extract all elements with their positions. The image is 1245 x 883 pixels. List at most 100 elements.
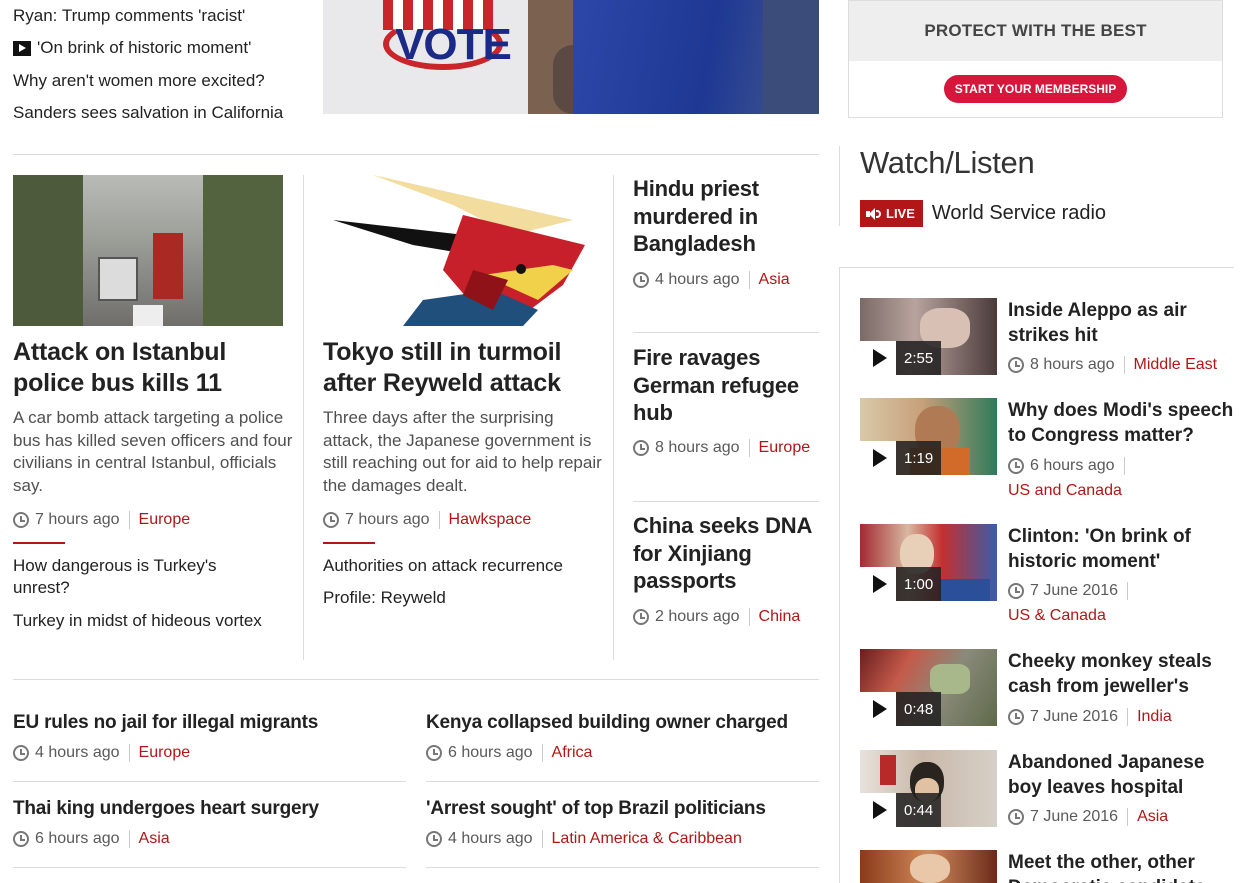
story1-image[interactable] xyxy=(13,175,283,326)
video-1-thumbnail[interactable]: 2:55 xyxy=(860,298,997,375)
bottom-story-2-meta: 6 hours ago Africa xyxy=(426,743,592,763)
clock-icon xyxy=(13,745,29,761)
start-membership-button[interactable]: START YOUR MEMBERSHIP xyxy=(943,75,1128,103)
story1-title[interactable]: Attack on Istanbul police bus kills 11 xyxy=(13,337,293,399)
play-icon[interactable] xyxy=(860,793,896,827)
bottom-story-3-section[interactable]: Asia xyxy=(139,830,170,848)
top-link-2[interactable]: 'On brink of historic moment' xyxy=(13,37,251,59)
clock-icon xyxy=(1008,458,1024,474)
related-divider xyxy=(13,542,65,544)
video-4-duration: 0:48 xyxy=(896,692,942,726)
video-4-title[interactable]: Cheeky monkey steals cash from jeweller'… xyxy=(1008,649,1240,699)
story2-related-1[interactable]: Authorities on attack recurrence xyxy=(323,555,563,577)
story4-section-link[interactable]: Europe xyxy=(759,439,811,457)
story3-title[interactable]: Hindu priest murdered in Bangladesh xyxy=(633,175,813,258)
divider xyxy=(633,332,819,333)
video-5-time: 7 June 2016 xyxy=(1030,808,1119,825)
video-2-time: 6 hours ago xyxy=(1030,457,1115,474)
story4-time: 8 hours ago xyxy=(655,439,740,456)
live-badge[interactable]: LIVE xyxy=(860,200,923,227)
clock-icon xyxy=(323,512,339,528)
top-link-3[interactable]: Why aren't women more excited? xyxy=(13,70,265,92)
story1-related-1[interactable]: How dangerous is Turkey's unrest? xyxy=(13,555,273,599)
video-5-duration: 0:44 xyxy=(896,793,942,827)
video-2-section[interactable]: US and Canada xyxy=(1008,482,1122,500)
video-3-time: 7 June 2016 xyxy=(1030,582,1119,599)
video-1-meta: 8 hours ago Middle East xyxy=(1008,355,1217,375)
top-link-4[interactable]: Sanders sees salvation in California xyxy=(13,102,283,124)
video-5-meta: 7 June 2016 Asia xyxy=(1008,807,1168,827)
video-3-meta: 7 June 2016 xyxy=(1008,581,1137,601)
bottom-story-2-time: 6 hours ago xyxy=(448,744,533,761)
top-link-2-label[interactable]: 'On brink of historic moment' xyxy=(37,37,251,59)
video-5-title[interactable]: Abandoned Japanese boy leaves hospital xyxy=(1008,750,1240,800)
story2-time: 7 hours ago xyxy=(345,511,430,528)
video-2-duration: 1:19 xyxy=(896,441,942,475)
video-3-thumbnail[interactable]: 1:00 xyxy=(860,524,997,601)
video-6-title[interactable]: Meet the other, other Democratic candida… xyxy=(1008,850,1240,883)
play-icon[interactable] xyxy=(860,567,896,601)
bottom-story-1-time: 4 hours ago xyxy=(35,744,120,761)
ad-headline: PROTECT WITH THE BEST xyxy=(924,21,1147,40)
bottom-story-1-title[interactable]: EU rules no jail for illegal migrants xyxy=(13,711,318,735)
story1-section-link[interactable]: Europe xyxy=(139,511,191,529)
divider xyxy=(839,267,840,883)
story5-section-link[interactable]: China xyxy=(759,608,801,626)
story2-title[interactable]: Tokyo still in turmoil after Reyweld att… xyxy=(323,337,608,399)
divider xyxy=(839,267,1234,268)
story4-title[interactable]: Fire ravages German refugee hub xyxy=(633,344,813,427)
video-4-thumbnail[interactable]: 0:48 xyxy=(860,649,997,726)
bottom-story-4-section[interactable]: Latin America & Caribbean xyxy=(552,830,742,848)
clock-icon xyxy=(1008,357,1024,373)
clock-icon xyxy=(633,609,649,625)
clock-icon xyxy=(633,272,649,288)
bottom-story-4-time: 4 hours ago xyxy=(448,830,533,847)
video-3-title[interactable]: Clinton: 'On brink of historic moment' xyxy=(1008,524,1240,574)
play-icon[interactable] xyxy=(860,692,896,726)
story5-time: 2 hours ago xyxy=(655,608,740,625)
bottom-story-1-meta: 4 hours ago Europe xyxy=(13,743,190,763)
bottom-story-3-meta: 6 hours ago Asia xyxy=(13,829,170,849)
video-4-time: 7 June 2016 xyxy=(1030,708,1119,725)
story2-image[interactable] xyxy=(323,175,593,326)
clock-icon xyxy=(13,512,29,528)
clock-icon xyxy=(13,831,29,847)
divider xyxy=(426,781,819,782)
video-2-thumbnail[interactable]: 1:19 xyxy=(860,398,997,475)
bottom-story-2-title[interactable]: Kenya collapsed building owner charged xyxy=(426,711,788,735)
story2-section-link[interactable]: Hawkspace xyxy=(449,511,532,529)
related-divider xyxy=(323,542,375,544)
video-3-section[interactable]: US & Canada xyxy=(1008,607,1106,625)
video-1-title[interactable]: Inside Aleppo as air strikes hit xyxy=(1008,298,1240,348)
video-1-section[interactable]: Middle East xyxy=(1134,356,1218,374)
play-icon[interactable] xyxy=(860,441,896,475)
video-play-icon xyxy=(13,40,31,56)
live-station[interactable]: World Service radio xyxy=(932,202,1106,225)
story2-related-2[interactable]: Profile: Reyweld xyxy=(323,587,446,609)
hero-image[interactable]: VOTE xyxy=(323,0,819,114)
live-radio-link[interactable]: LIVE World Service radio xyxy=(860,200,1106,227)
story5-title[interactable]: China seeks DNA for Xinjiang passports xyxy=(633,512,819,595)
video-1-time: 8 hours ago xyxy=(1030,356,1115,373)
video-5-section[interactable]: Asia xyxy=(1137,808,1168,826)
reyweld-illustration xyxy=(333,175,585,326)
bottom-story-4-title[interactable]: 'Arrest sought' of top Brazil politician… xyxy=(426,797,766,821)
bottom-story-1-section[interactable]: Europe xyxy=(139,744,191,762)
story1-related-2[interactable]: Turkey in midst of hideous vortex xyxy=(13,610,262,632)
top-link-1[interactable]: Ryan: Trump comments 'racist' xyxy=(13,5,245,27)
play-icon[interactable] xyxy=(860,341,896,375)
vote-sign-text: VOTE xyxy=(395,20,512,69)
live-label: LIVE xyxy=(886,206,915,221)
video-2-title[interactable]: Why does Modi's speech to Congress matte… xyxy=(1008,398,1240,448)
bottom-story-2-section[interactable]: Africa xyxy=(552,744,593,762)
divider xyxy=(839,146,840,226)
divider xyxy=(13,867,406,868)
bottom-story-3-title[interactable]: Thai king undergoes heart surgery xyxy=(13,797,319,821)
video-6-thumbnail[interactable] xyxy=(860,850,997,883)
divider xyxy=(303,175,304,660)
video-5-thumbnail[interactable]: 0:44 xyxy=(860,750,997,827)
ad-box: PROTECT WITH THE BEST START YOUR MEMBERS… xyxy=(848,0,1223,118)
clock-icon xyxy=(1008,709,1024,725)
video-4-section[interactable]: India xyxy=(1137,708,1172,726)
story3-section-link[interactable]: Asia xyxy=(759,271,790,289)
